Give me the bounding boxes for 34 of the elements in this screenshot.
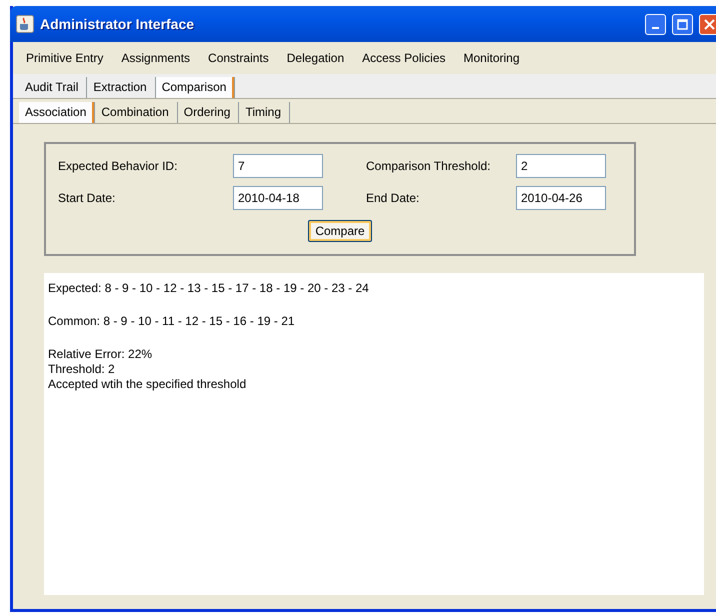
- input-field[interactable]: 7: [233, 154, 323, 178]
- window-title: Administrator Interface: [40, 16, 196, 32]
- maximize-button[interactable]: [672, 14, 693, 34]
- input-field[interactable]: 2010-04-18: [233, 186, 323, 210]
- output-line: Expected: 8 - 9 - 10 - 12 - 13 - 15 - 17 - 18 - 19 - 20 - 23 - 24: [48, 281, 370, 296]
- menu-item[interactable]: Monitoring: [454, 51, 529, 65]
- field-label: Comparison Threshold:: [366, 159, 492, 173]
- close-button[interactable]: [699, 14, 716, 34]
- coffee-cup-icon: [16, 15, 34, 33]
- output-line: Common: 8 - 9 - 10 - 11 - 12 - 15 - 16 - 19 - 21: [48, 314, 296, 329]
- output-line: Relative Error: 22%: [48, 347, 154, 362]
- close-icon: [704, 18, 715, 30]
- field-label: Start Date:: [58, 191, 116, 205]
- minimize-button[interactable]: [645, 14, 666, 34]
- minimize-icon: [652, 27, 659, 29]
- tab[interactable]: Ordering: [178, 102, 240, 123]
- tab[interactable]: Comparison: [156, 77, 236, 98]
- menu-item[interactable]: Constraints: [199, 51, 278, 65]
- menu-item[interactable]: Access Policies: [353, 51, 454, 65]
- compare-button[interactable]: Compare: [308, 220, 372, 242]
- field-label: Expected Behavior ID:: [58, 159, 178, 173]
- tab[interactable]: Association: [19, 102, 96, 123]
- maximize-icon: [677, 18, 688, 30]
- menu-item[interactable]: Delegation: [278, 51, 354, 65]
- tab[interactable]: Timing: [239, 102, 290, 123]
- menu-item[interactable]: Assignments: [112, 51, 200, 65]
- input-field[interactable]: 2: [516, 154, 606, 178]
- menu-item[interactable]: Primitive Entry: [17, 51, 112, 65]
- tab[interactable]: Combination: [95, 102, 178, 123]
- field-label: End Date:: [366, 191, 420, 205]
- output-line: Threshold: 2: [48, 362, 116, 377]
- tab[interactable]: Audit Trail: [19, 77, 88, 98]
- input-field[interactable]: 2010-04-26: [516, 186, 606, 210]
- output-line: Accepted wtih the specified threshold: [48, 377, 248, 392]
